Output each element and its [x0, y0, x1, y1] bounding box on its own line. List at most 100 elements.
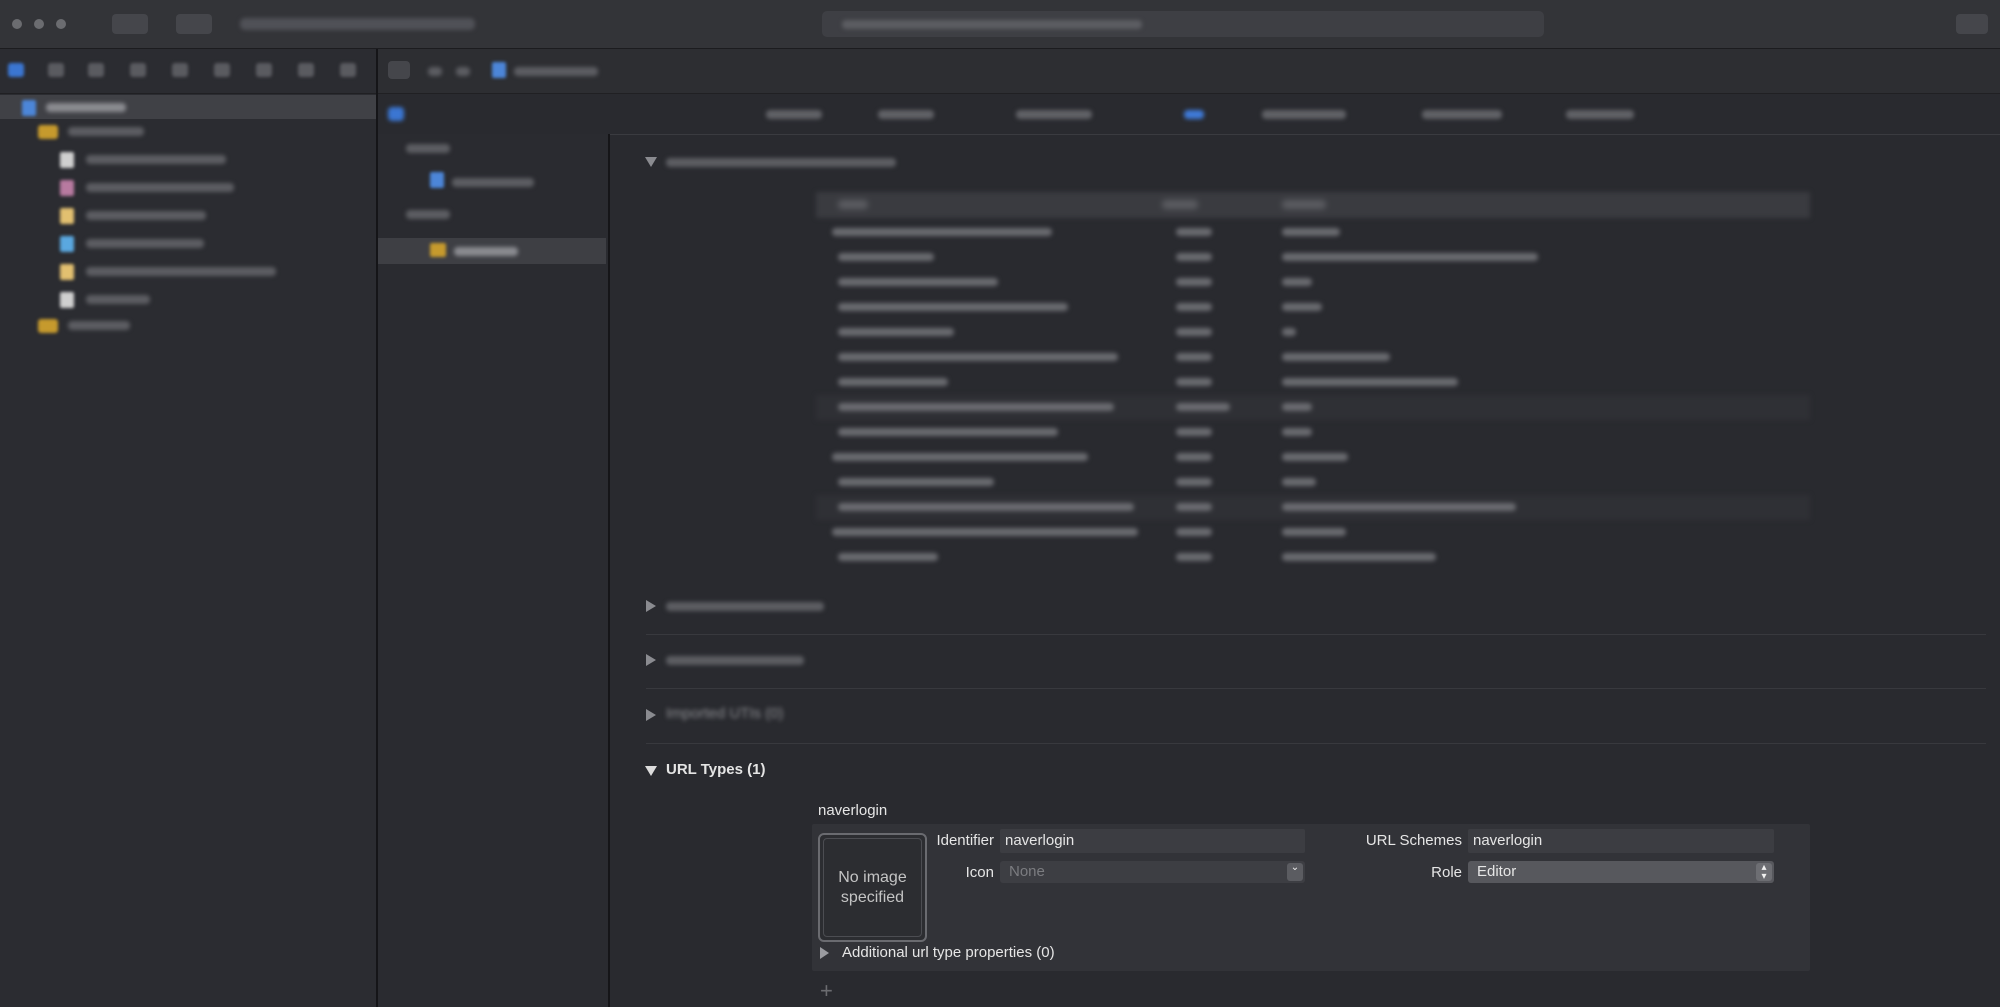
source-control-icon[interactable]	[48, 63, 64, 77]
url-schemes-field[interactable]: naverlogin	[1468, 829, 1774, 853]
table-header	[816, 192, 1810, 218]
updown-chevron-icon: ▴ ▾	[1756, 863, 1772, 882]
section-title	[666, 602, 824, 611]
run-button[interactable]	[112, 14, 148, 34]
nav-item-file[interactable]	[0, 203, 376, 227]
image-well[interactable]: No image specified	[818, 833, 927, 942]
role-popup[interactable]: Editor ▴ ▾	[1468, 861, 1774, 883]
section-title: URL Types (1)	[666, 761, 766, 778]
disclosure-triangle-icon[interactable]	[645, 157, 657, 167]
tab-build-settings[interactable]	[1262, 110, 1346, 119]
tab-info[interactable]	[1184, 110, 1204, 119]
activity-status-text	[842, 20, 1142, 29]
back-arrow-icon[interactable]	[428, 67, 442, 76]
value-column-header	[1282, 200, 1326, 209]
file-icon	[60, 180, 74, 196]
section-divider	[646, 688, 1986, 689]
nav-item-label	[86, 295, 150, 304]
table-row[interactable]	[816, 320, 1810, 345]
nav-item-group[interactable]	[0, 119, 376, 143]
report-navigator-icon[interactable]	[340, 63, 356, 77]
file-icon	[60, 208, 74, 224]
zoom-window-icon[interactable]	[56, 19, 66, 29]
tab-resource-tags[interactable]	[1016, 110, 1092, 119]
project-item[interactable]	[452, 178, 534, 187]
table-row[interactable]	[816, 395, 1810, 420]
nav-item-label	[68, 127, 144, 136]
disclosure-triangle-icon[interactable]	[645, 766, 657, 776]
add-url-type-button[interactable]: +	[820, 980, 833, 1002]
file-icon	[60, 152, 74, 168]
sidebar-toggle-icon[interactable]	[388, 107, 404, 121]
table-row[interactable]	[816, 370, 1810, 395]
nav-item-file[interactable]	[0, 259, 376, 283]
nav-item-project[interactable]	[0, 95, 376, 119]
identifier-label: Identifier	[936, 832, 994, 849]
debug-navigator-icon[interactable]	[256, 63, 272, 77]
close-window-icon[interactable]	[12, 19, 22, 29]
activity-view	[822, 11, 1544, 37]
table-row[interactable]	[816, 345, 1810, 370]
url-type-name: naverlogin	[818, 802, 888, 819]
minimize-window-icon[interactable]	[34, 19, 44, 29]
table-row[interactable]	[816, 420, 1810, 445]
project-navigator	[0, 49, 378, 1007]
test-navigator-icon[interactable]	[214, 63, 230, 77]
icon-label: Icon	[965, 864, 994, 881]
role-label: Role	[1431, 864, 1462, 881]
breakpoint-navigator-icon[interactable]	[298, 63, 314, 77]
targets-list	[378, 134, 610, 1007]
icon-popup[interactable]: None ⌄	[1000, 861, 1305, 883]
section-title	[666, 158, 896, 167]
table-row[interactable]	[816, 245, 1810, 270]
table-row[interactable]	[816, 470, 1810, 495]
tab-build-phases[interactable]	[1422, 110, 1502, 119]
custom-properties-table	[816, 192, 1810, 586]
url-type-entry: No image specified Identifier naverlogin…	[812, 824, 1810, 971]
identifier-field[interactable]: naverlogin	[1000, 829, 1305, 853]
related-items-icon[interactable]	[388, 61, 410, 79]
key-column-header	[838, 200, 868, 209]
tab-capabilities[interactable]	[878, 110, 934, 119]
tab-general[interactable]	[766, 110, 822, 119]
table-row[interactable]	[816, 445, 1810, 470]
table-row[interactable]	[816, 520, 1810, 545]
find-navigator-icon[interactable]	[130, 63, 146, 77]
library-button[interactable]	[1956, 14, 1988, 34]
tab-build-rules[interactable]	[1566, 110, 1634, 119]
file-icon	[60, 236, 74, 252]
project-navigator-icon[interactable]	[8, 63, 24, 77]
issue-navigator-icon[interactable]	[172, 63, 188, 77]
targets-section-label	[406, 210, 450, 219]
disclosure-triangle-icon[interactable]	[646, 600, 656, 612]
table-row[interactable]	[816, 545, 1810, 570]
file-icon	[60, 264, 74, 280]
nav-item-group[interactable]	[0, 313, 376, 337]
target-item-selected[interactable]	[378, 238, 606, 264]
forward-arrow-icon[interactable]	[456, 67, 470, 76]
file-icon	[60, 292, 74, 308]
stop-button[interactable]	[176, 14, 212, 34]
nav-item-file[interactable]	[0, 231, 376, 255]
nav-item-file[interactable]	[0, 147, 376, 171]
window-toolbar	[0, 0, 2000, 49]
disclosure-triangle-icon[interactable]	[820, 947, 829, 959]
table-row[interactable]	[816, 295, 1810, 320]
table-row[interactable]	[816, 270, 1810, 295]
nav-item-label	[86, 239, 204, 248]
disclosure-triangle-icon[interactable]	[646, 654, 656, 666]
nav-item-label	[86, 267, 276, 276]
table-row[interactable]	[816, 220, 1810, 245]
scheme-selector[interactable]	[240, 18, 475, 30]
nav-item-file[interactable]	[0, 175, 376, 199]
nav-item-label	[46, 103, 126, 112]
symbol-navigator-icon[interactable]	[88, 63, 104, 77]
nav-item-label	[86, 155, 226, 164]
breadcrumb[interactable]	[514, 67, 598, 76]
disclosure-triangle-icon[interactable]	[646, 709, 656, 721]
table-row[interactable]	[816, 495, 1810, 520]
project-file-icon	[430, 172, 444, 188]
nav-item-label	[86, 211, 206, 220]
nav-item-file[interactable]	[0, 287, 376, 311]
folder-icon	[38, 319, 58, 333]
